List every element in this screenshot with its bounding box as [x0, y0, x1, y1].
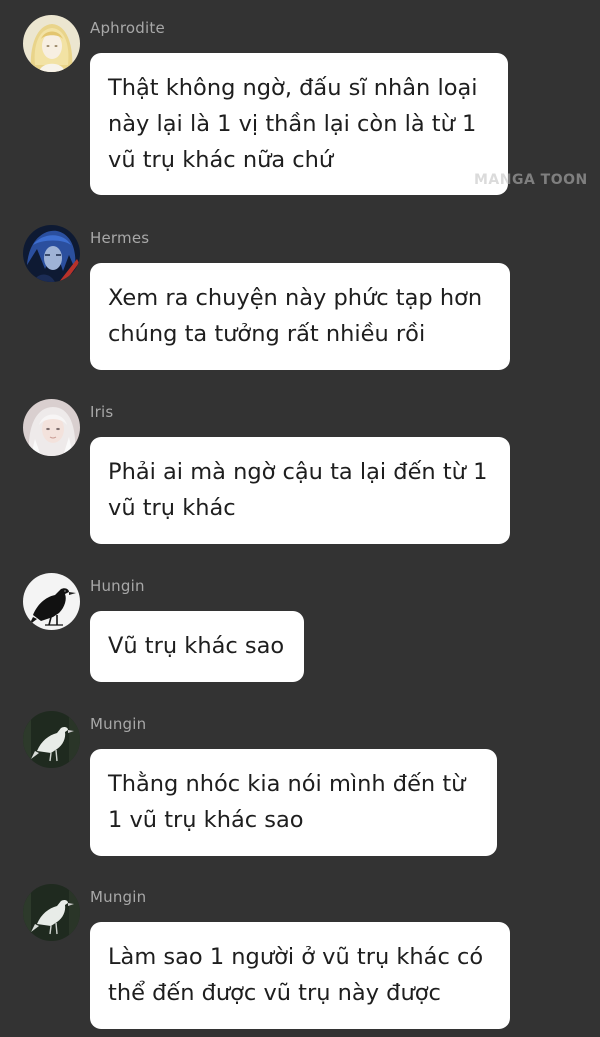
message-bubble[interactable]: Làm sao 1 người ở vũ trụ khác có thể đến… — [90, 922, 510, 1029]
white-raven-avatar-icon[interactable] — [23, 711, 80, 768]
sender-name: Mungin — [90, 888, 147, 906]
message-bubble[interactable]: Phải ai mà ngờ cậu ta lại đến từ 1 vũ tr… — [90, 437, 510, 544]
sender-name: Aphrodite — [90, 19, 165, 37]
iris-avatar-icon[interactable] — [23, 399, 80, 456]
white-raven-avatar-icon[interactable] — [23, 884, 80, 941]
hermes-avatar-icon[interactable] — [23, 225, 80, 282]
aphrodite-avatar-icon[interactable] — [23, 15, 80, 72]
message-bubble[interactable]: Thằng nhóc kia nói mình đến từ 1 vũ trụ … — [90, 749, 497, 856]
watermark-logo: MANGA TOON — [474, 172, 588, 188]
sender-name: Hungin — [90, 577, 145, 595]
sender-name: Mungin — [90, 715, 147, 733]
message-bubble[interactable]: Vũ trụ khác sao — [90, 611, 304, 682]
sender-name: Hermes — [90, 229, 150, 247]
raven-avatar-icon[interactable] — [23, 573, 80, 630]
sender-name: Iris — [90, 403, 114, 421]
message-bubble[interactable]: Xem ra chuyện này phức tạp hơn chúng ta … — [90, 263, 510, 370]
message-bubble[interactable]: Thật không ngờ, đấu sĩ nhân loại này lại… — [90, 53, 508, 195]
